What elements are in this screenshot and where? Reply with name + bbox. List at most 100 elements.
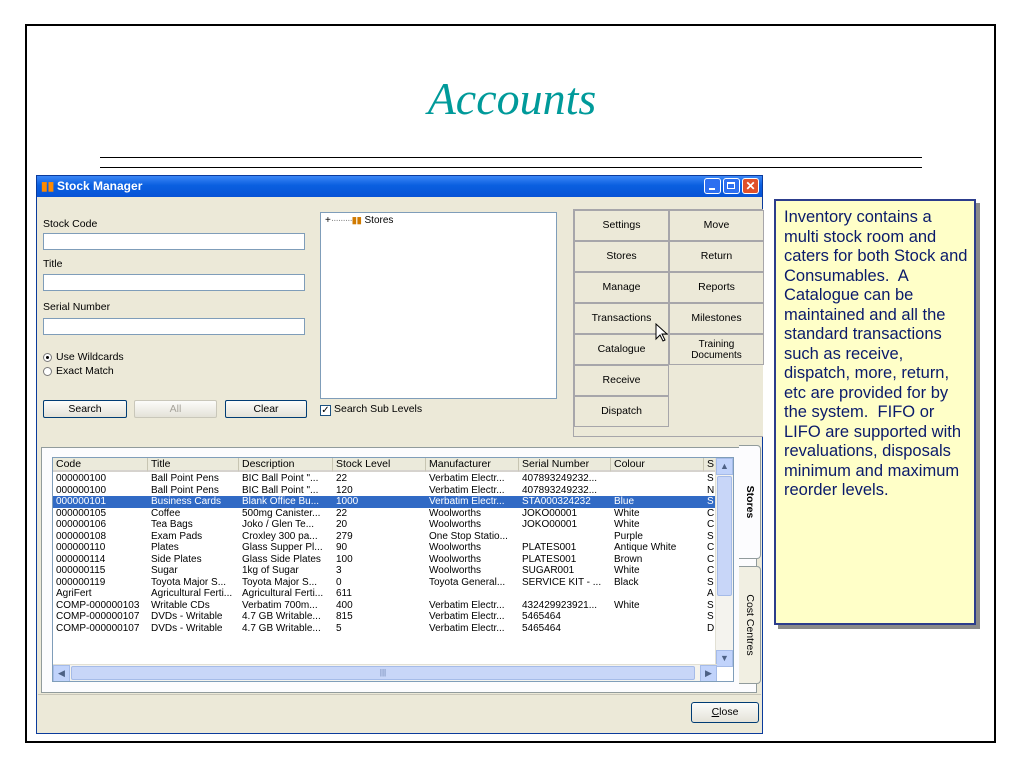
table-row[interactable]: 000000100 Ball Point Pens BIC Ball Point "… xyxy=(53,485,717,497)
table-cell: Verbatim Electr... xyxy=(429,611,505,622)
table-cell: Exam Pads xyxy=(151,530,203,542)
vertical-scroll-thumb[interactable] xyxy=(717,476,732,596)
table-cell: 100 xyxy=(336,553,353,565)
manage-button[interactable]: Manage xyxy=(574,272,669,303)
table-cell: 279 xyxy=(336,530,353,542)
use-wildcards-radio[interactable] xyxy=(43,353,52,362)
table-cell: PLATES001 xyxy=(522,553,577,565)
column-header[interactable]: Title xyxy=(148,458,239,472)
table-cell: Agricultural Ferti... xyxy=(242,588,324,599)
table-cell: Verbatim Electr... xyxy=(429,622,505,634)
horizontal-scroll-thumb[interactable]: ||| xyxy=(71,666,695,680)
footer-divider xyxy=(38,694,761,695)
milestones-button[interactable]: Milestones xyxy=(669,303,764,334)
table-cell: 000000114 xyxy=(56,553,106,565)
scroll-up-icon[interactable]: ▲ xyxy=(716,458,733,475)
table-cell: Toyota Major S... xyxy=(151,576,227,588)
table-cell: Verbatim Electr... xyxy=(429,599,505,611)
column-header[interactable]: Code xyxy=(53,458,148,472)
table-cell: 4.7 GB Writable... xyxy=(242,622,321,634)
horizontal-scrollbar[interactable]: ◀ ||| ▶ xyxy=(53,664,717,681)
table-cell: Woolworths xyxy=(429,553,482,565)
close-button[interactable]: Close xyxy=(691,702,759,723)
table-cell: COMP-000000107 xyxy=(56,611,140,622)
reports-button[interactable]: Reports xyxy=(669,272,764,303)
table-row[interactable]: 000000105 Coffee 500mg Canister... 22 Woolwo… xyxy=(53,508,717,520)
column-header[interactable]: Manufacturer xyxy=(426,458,519,472)
minimize-button[interactable] xyxy=(704,178,721,194)
vertical-scrollbar[interactable]: ▲ ▼ xyxy=(715,458,733,667)
use-wildcards-label: Use Wildcards xyxy=(56,351,124,363)
table-cell: 1kg of Sugar xyxy=(242,565,299,576)
table-cell: STA000324232 xyxy=(522,496,591,507)
table-cell: 22 xyxy=(336,473,348,484)
table-cell: 611 xyxy=(336,588,352,599)
column-header[interactable]: Colour xyxy=(611,458,704,472)
table-row[interactable]: 000000114 Side Plates Glass Side Plates 100… xyxy=(53,554,717,566)
training-documents-button[interactable]: Training Documents xyxy=(669,334,764,365)
table-row[interactable]: 000000110 Plates Glass Supper Pl... 90 Woolw… xyxy=(53,542,717,554)
scroll-down-icon[interactable]: ▼ xyxy=(716,650,733,667)
table-cell: Ball Point Pens xyxy=(151,484,219,496)
scroll-left-icon[interactable]: ◀ xyxy=(53,665,70,681)
title-input[interactable] xyxy=(43,274,305,291)
stock-code-input[interactable] xyxy=(43,233,305,250)
move-button[interactable]: Move xyxy=(669,210,764,241)
table-cell: Woolworths xyxy=(429,507,482,519)
column-header[interactable]: Description xyxy=(239,458,333,472)
serial-number-input[interactable] xyxy=(43,318,305,335)
receive-button[interactable]: Receive xyxy=(574,365,669,396)
scroll-right-icon[interactable]: ▶ xyxy=(700,665,717,681)
settings-button[interactable]: Settings xyxy=(574,210,669,241)
table-cell: 5465464 xyxy=(522,622,561,634)
stores-tree[interactable]: +·········▮▮ Stores xyxy=(320,212,557,399)
tab-cost-centres[interactable]: Cost Centres xyxy=(739,566,761,684)
table-cell: Blank Office Bu... xyxy=(242,496,320,507)
table-cell: PLATES001 xyxy=(522,542,577,553)
table-cell: 407893249232... xyxy=(522,484,598,496)
all-button[interactable]: All xyxy=(134,400,217,418)
table-cell: Glass Supper Pl... xyxy=(242,542,323,553)
table-row[interactable]: COMP-000000107 DVDs - Writable 4.7 GB Writ… xyxy=(53,623,717,635)
stock-manager-window: ▮▮ Stock Manager ✕ Stock Code Title Seri… xyxy=(36,175,764,734)
table-cell: 000000100 xyxy=(56,484,107,496)
table-cell: COMP-000000107 xyxy=(56,622,140,634)
close-window-button[interactable]: ✕ xyxy=(742,178,759,194)
table-row[interactable]: 000000101 Business Cards Blank Office Bu..… xyxy=(53,496,717,508)
table-row[interactable]: 000000108 Exam Pads Croxley 300 pa... 279 On… xyxy=(53,531,717,543)
table-row[interactable]: 000000106 Tea Bags Joko / Glen Te... 20 Wool… xyxy=(53,519,717,531)
table-cell: 5 xyxy=(336,622,342,634)
table-cell: 1000 xyxy=(336,496,359,507)
slide-title: Accounts xyxy=(427,73,597,124)
table-cell: Sugar xyxy=(151,565,178,576)
stock-items-table[interactable]: Code Title Description Stock Level Manufactu… xyxy=(52,457,734,682)
table-row[interactable]: COMP-000000107 DVDs - Writable 4.7 GB Writ… xyxy=(53,611,717,623)
column-header[interactable]: Stock Level xyxy=(333,458,426,472)
table-cell: Toyota General... xyxy=(429,576,506,588)
search-button[interactable]: Search xyxy=(43,400,127,418)
return-button[interactable]: Return xyxy=(669,241,764,272)
table-cell: 000000100 xyxy=(56,473,107,484)
table-row[interactable]: 000000115 Sugar 1kg of Sugar 3 Woolworths SUG… xyxy=(53,565,717,577)
table-row[interactable]: 000000100 Ball Point Pens BIC Ball Point "… xyxy=(53,473,717,485)
table-cell: Writable CDs xyxy=(151,599,210,611)
dispatch-button[interactable]: Dispatch xyxy=(574,396,669,427)
table-cell: 815 xyxy=(336,611,353,622)
exact-match-radio[interactable] xyxy=(43,367,52,376)
table-cell: DVDs - Writable xyxy=(151,622,223,634)
clear-button[interactable]: Clear xyxy=(225,400,307,418)
column-header[interactable]: Serial Number xyxy=(519,458,611,472)
tree-node-stores[interactable]: +·········▮▮ Stores xyxy=(325,215,393,226)
table-cell: Business Cards xyxy=(151,496,222,507)
search-sub-levels-checkbox[interactable]: ✓ xyxy=(320,405,331,416)
store-icon: ▮▮ xyxy=(351,215,362,225)
table-row[interactable]: 000000119 Toyota Major S... Toyota Major S… xyxy=(53,577,717,589)
stores-button[interactable]: Stores xyxy=(574,241,669,272)
maximize-button[interactable] xyxy=(723,178,740,194)
table-row[interactable]: AgriFert Agricultural Ferti... Agricultura… xyxy=(53,588,717,600)
stock-code-label: Stock Code xyxy=(43,218,98,230)
tab-stores[interactable]: Stores xyxy=(739,445,761,559)
table-row[interactable]: COMP-000000103 Writable CDs Verbatim 700m.… xyxy=(53,600,717,612)
table-cell: 000000119 xyxy=(56,576,106,588)
window-titlebar[interactable]: ▮▮ Stock Manager ✕ xyxy=(37,176,762,197)
